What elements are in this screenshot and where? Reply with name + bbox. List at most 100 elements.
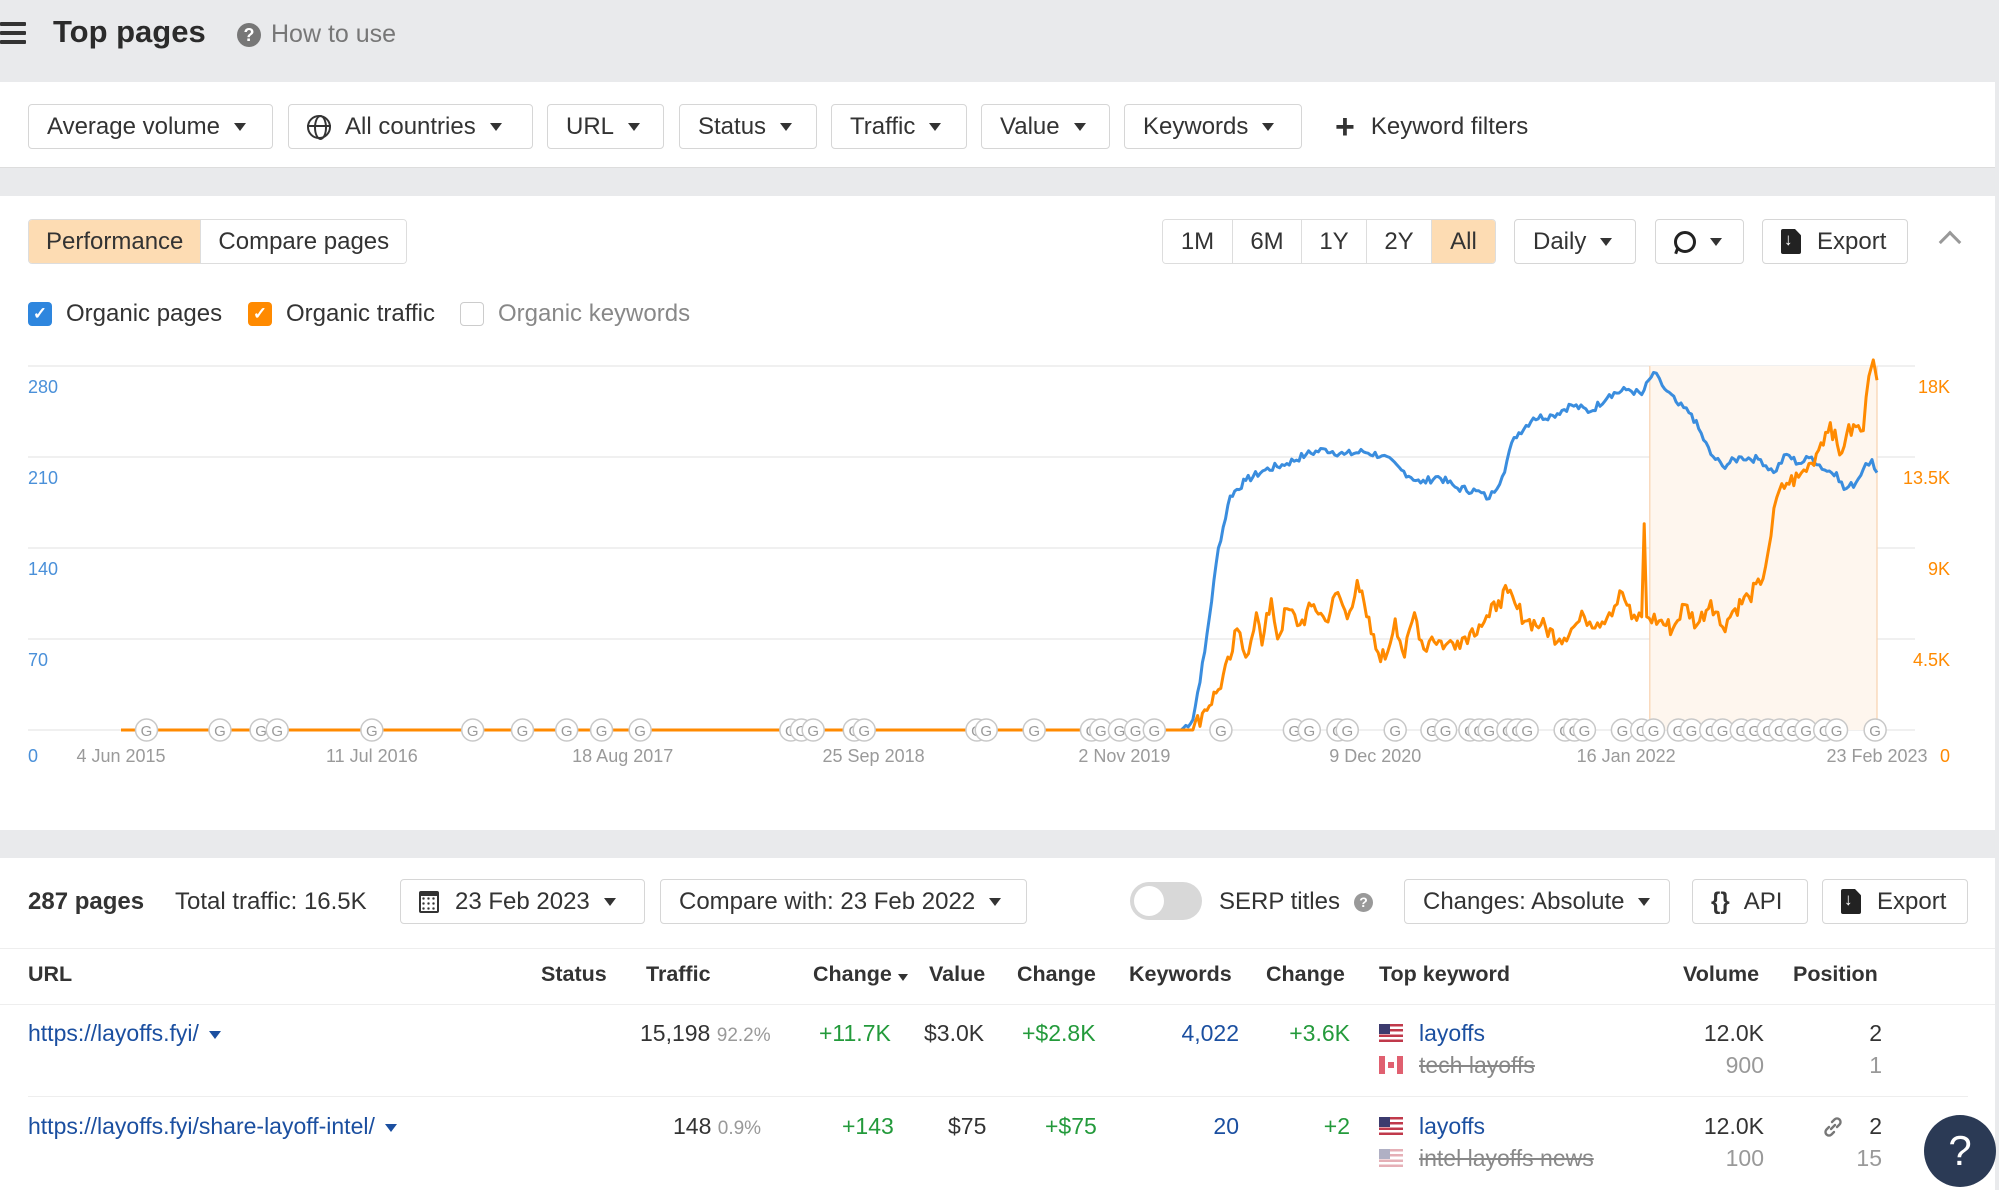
page-header: Top pages ? How to use xyxy=(0,0,1999,82)
google-update-marker: G xyxy=(801,718,825,742)
keywords-count[interactable]: 4,022 xyxy=(1181,1020,1239,1047)
google-update-marker: G xyxy=(1433,718,1458,742)
google-update-marker: G xyxy=(628,718,652,742)
how-to-use-link[interactable]: How to use xyxy=(271,20,396,49)
google-update-marker: G xyxy=(208,718,232,742)
us-flag-icon xyxy=(1379,1024,1403,1042)
top-keyword-link[interactable]: layoffs xyxy=(1419,1113,1485,1140)
column-header-keywords[interactable]: Keywords xyxy=(1129,962,1232,987)
braces-icon: {} xyxy=(1711,887,1730,915)
us-flag-icon xyxy=(1379,1149,1403,1167)
y-axis-right-tick: 9K xyxy=(1928,559,1950,579)
column-header-traffic-change[interactable]: Change xyxy=(813,962,908,987)
keyword-position: 2 xyxy=(1869,1020,1882,1046)
api-label: API xyxy=(1743,887,1783,915)
marker-label: G xyxy=(255,723,267,740)
caret-down-icon xyxy=(1638,897,1651,906)
export-icon xyxy=(1841,889,1861,914)
previous-keyword-position: 15 xyxy=(1856,1145,1882,1171)
serp-titles-toggle[interactable] xyxy=(1130,882,1202,920)
marker-label: G xyxy=(1686,723,1698,740)
google-update-marker: G xyxy=(265,718,289,742)
table-export-button[interactable]: Export xyxy=(1822,879,1968,924)
link-icon[interactable] xyxy=(1821,1115,1845,1139)
compare-with-dropdown[interactable]: Compare with: 23 Feb 2022 xyxy=(660,879,1027,924)
sort-desc-icon xyxy=(897,974,908,981)
x-axis-tick: 23 Feb 2023 xyxy=(1826,746,1927,766)
column-header-url[interactable]: URL xyxy=(28,962,72,987)
google-update-marker: G xyxy=(852,718,876,742)
x-axis-tick: 25 Sep 2018 xyxy=(823,746,925,766)
value: $3.0K xyxy=(924,1020,985,1046)
caret-down-icon[interactable] xyxy=(208,1030,221,1039)
menu-icon[interactable] xyxy=(0,22,26,44)
filter-label: Traffic xyxy=(850,112,916,140)
y-axis-left-tick: 210 xyxy=(28,468,58,488)
y-axis-left-tick: 280 xyxy=(28,377,58,397)
google-update-marker: G xyxy=(1022,718,1046,742)
caret-down-icon xyxy=(989,897,1002,906)
globe-icon xyxy=(307,114,331,140)
marker-label: G xyxy=(517,723,529,740)
help-chat-button[interactable]: ? xyxy=(1924,1115,1996,1187)
average-volume-dropdown[interactable]: Average volume xyxy=(28,104,273,149)
performance-chart[interactable]: GGGGGGGGGGGGGGGGGGGGGGGGGGGGGGGGGGGGGGGG… xyxy=(0,196,1995,830)
keyword-volume: 12.0K xyxy=(1703,1020,1764,1046)
value-filter-dropdown[interactable]: Value xyxy=(981,104,1110,149)
plus-icon: + xyxy=(1335,107,1355,146)
total-traffic: Total traffic: 16.5K xyxy=(175,888,367,915)
column-header-position[interactable]: Position xyxy=(1793,962,1878,987)
x-axis-tick: 16 Jan 2022 xyxy=(1577,746,1676,766)
page-url-link[interactable]: https://layoffs.fyi/ xyxy=(28,1020,221,1047)
caret-down-icon xyxy=(1262,122,1275,131)
url-filter-dropdown[interactable]: URL xyxy=(547,104,664,149)
keyword-filters-button[interactable]: + Keyword filters xyxy=(1316,104,1548,149)
filter-label: All countries xyxy=(345,112,476,140)
marker-label: G xyxy=(1303,723,1315,740)
value-change: +$2.8K xyxy=(1022,1020,1096,1046)
api-button[interactable]: {} API xyxy=(1692,879,1808,924)
performance-chart-panel: Performance Compare pages 1M 6M 1Y 2Y Al… xyxy=(0,196,1995,830)
previous-keyword-volume: 100 xyxy=(1725,1145,1764,1171)
google-update-marker: G xyxy=(510,718,535,742)
column-header-keywords-change[interactable]: Change xyxy=(1266,962,1345,987)
column-header-traffic[interactable]: Traffic xyxy=(646,962,711,987)
marker-label: G xyxy=(980,723,992,740)
countries-dropdown[interactable]: All countries xyxy=(288,104,533,149)
organic-traffic-line xyxy=(121,358,1879,732)
traffic-filter-dropdown[interactable]: Traffic xyxy=(831,104,967,149)
filter-label: Status xyxy=(698,112,767,140)
keywords-filter-dropdown[interactable]: Keywords xyxy=(1124,104,1302,149)
date-picker[interactable]: 23 Feb 2023 xyxy=(400,879,645,924)
column-header-top-keyword[interactable]: Top keyword xyxy=(1379,962,1510,987)
divider xyxy=(0,948,1995,949)
top-keyword-link[interactable]: layoffs xyxy=(1419,1020,1485,1047)
traffic-share: 0.9% xyxy=(717,1118,762,1139)
status-filter-dropdown[interactable]: Status xyxy=(679,104,817,149)
column-header-value-change[interactable]: Change xyxy=(1017,962,1096,987)
previous-keyword: tech layoffs xyxy=(1419,1052,1535,1078)
question-icon[interactable]: ? xyxy=(1354,893,1373,912)
changes-mode-dropdown[interactable]: Changes: Absolute xyxy=(1404,879,1670,924)
url-text: https://layoffs.fyi/share-layoff-intel/ xyxy=(28,1113,375,1139)
page-url-link[interactable]: https://layoffs.fyi/share-layoff-intel/ xyxy=(28,1113,397,1140)
marker-label: G xyxy=(596,723,608,740)
x-axis-tick: 2 Nov 2019 xyxy=(1078,746,1170,766)
column-header-volume[interactable]: Volume xyxy=(1683,962,1759,987)
caret-down-icon xyxy=(780,122,793,131)
caret-down-icon xyxy=(628,122,641,131)
divider xyxy=(0,1004,1995,1005)
canada-flag-icon xyxy=(1379,1056,1403,1074)
column-header-value[interactable]: Value xyxy=(929,962,985,987)
previous-keyword-volume: 900 xyxy=(1725,1052,1764,1078)
keywords-count[interactable]: 20 xyxy=(1213,1113,1239,1140)
caret-down-icon xyxy=(929,122,942,131)
column-header-status[interactable]: Status xyxy=(541,962,607,987)
filter-label: Average volume xyxy=(47,112,220,140)
keywords-change: +3.6K xyxy=(1289,1020,1350,1046)
compare-label: Compare with: 23 Feb 2022 xyxy=(679,887,976,915)
traffic-number: 148 xyxy=(673,1113,712,1139)
help-circle-icon[interactable]: ? xyxy=(237,23,261,47)
caret-down-icon[interactable] xyxy=(384,1123,397,1132)
marker-label: G xyxy=(467,723,479,740)
